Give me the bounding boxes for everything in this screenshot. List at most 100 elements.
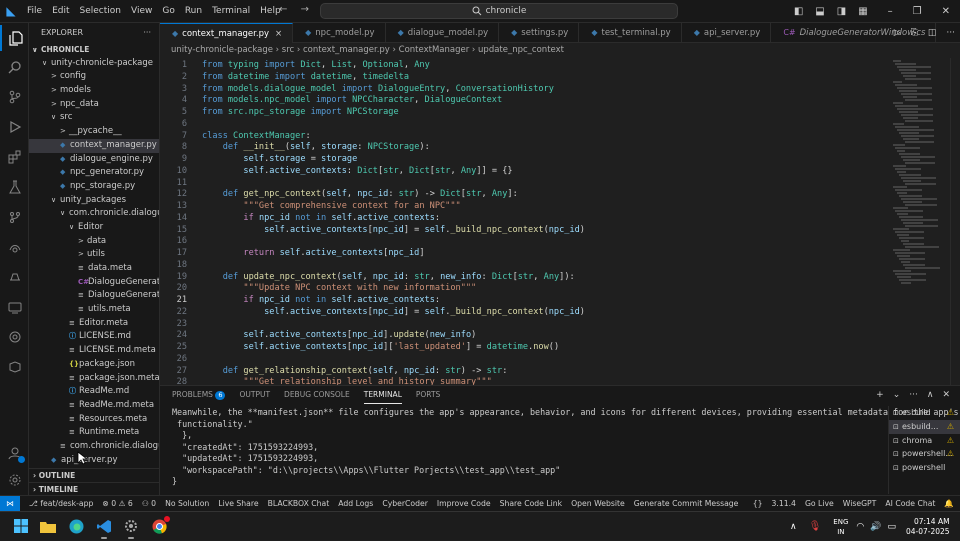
tree-item[interactable]: > utils — [29, 248, 159, 262]
menu-terminal[interactable]: Terminal — [212, 6, 250, 16]
panel-tab-ports[interactable]: PORTS — [416, 386, 440, 404]
split-editor-icon[interactable]: ◫ — [928, 28, 937, 38]
status-item[interactable]: CyberCoder — [382, 499, 428, 508]
settings-gear-icon[interactable] — [0, 467, 29, 493]
tab-test-terminal-py[interactable]: ◆ test_terminal.py — [579, 23, 682, 43]
status-item[interactable]: Open Website — [571, 499, 625, 508]
toggle-secondary-sidebar-icon[interactable]: ◨ — [837, 6, 846, 17]
terminal-instance[interactable]: ⊡ chroma ⚠ — [889, 434, 960, 448]
new-terminal-icon[interactable]: + — [876, 390, 884, 400]
flask-icon[interactable] — [0, 204, 29, 230]
tab-npc-model-py[interactable]: ◆ npc_model.py — [293, 23, 386, 43]
tree-item[interactable]: ∨ src — [29, 111, 159, 125]
tree-item[interactable]: ∨ CHRONICLE — [29, 43, 159, 57]
breadcrumb-item[interactable]: src — [282, 45, 294, 55]
tree-item[interactable]: ∨ Editor — [29, 221, 159, 235]
panel-more-icon[interactable]: ··· — [909, 390, 918, 400]
tree-item[interactable]: {}package.json — [29, 358, 159, 372]
minimap[interactable] — [893, 58, 950, 385]
menu-selection[interactable]: Selection — [80, 6, 121, 16]
toggle-panel-icon[interactable]: ⬓ — [815, 6, 824, 17]
close-panel-icon[interactable]: ✕ — [942, 390, 950, 400]
panel-tab-terminal[interactable]: TERMINAL — [363, 386, 402, 404]
close-tab-icon[interactable]: × — [275, 29, 282, 39]
extensions-icon[interactable] — [0, 144, 29, 170]
tab-api-server-py[interactable]: ◆ api_server.py — [682, 23, 772, 43]
language-indicator[interactable]: ENG IN — [833, 517, 848, 537]
tree-item[interactable]: ◆ npc_generator.py — [29, 166, 159, 180]
status-item[interactable]: Share Code Link — [500, 499, 563, 508]
restore-icon[interactable]: ❐ — [913, 6, 922, 17]
tree-item[interactable]: C#DialogueGeneratorWi... — [29, 276, 159, 290]
tree-item[interactable]: ≡ Runtime.meta — [29, 426, 159, 440]
forward-arrow-icon[interactable]: → — [301, 4, 309, 15]
menu-go[interactable]: Go — [162, 6, 174, 16]
more-actions-icon[interactable]: ··· — [143, 23, 151, 43]
menu-view[interactable]: View — [131, 6, 152, 16]
status-item[interactable]: Live Share — [218, 499, 258, 508]
remote-icon[interactable] — [0, 264, 29, 290]
status-right-item[interactable]: Go Live — [805, 499, 834, 508]
status-item[interactable]: ⚇ 0 — [142, 499, 156, 508]
breadcrumb-item[interactable]: unity-chronicle-package — [171, 45, 273, 55]
vscode-taskbar-icon[interactable] — [95, 517, 113, 539]
branch-status[interactable]: ⎇ feat/desk-app — [29, 499, 93, 508]
breadcrumb-item[interactable]: update_npc_context — [478, 45, 564, 55]
close-icon[interactable]: ✕ — [942, 6, 950, 17]
tree-item[interactable]: ≡ data.meta — [29, 262, 159, 276]
minimize-icon[interactable]: – — [888, 6, 893, 17]
tree-item[interactable]: ◆ dialogue_engine.py — [29, 153, 159, 167]
remote-indicator-icon[interactable]: ⋈ — [0, 495, 20, 512]
windows-start-icon[interactable] — [12, 517, 30, 535]
tree-item[interactable]: ≡ LICENSE.md.meta — [29, 344, 159, 358]
battery-icon[interactable]: ▭ — [887, 522, 896, 532]
docker-icon[interactable] — [0, 294, 29, 320]
tree-item[interactable]: ◆ npc_storage.py — [29, 180, 159, 194]
status-item[interactable]: Generate Commit Message — [634, 499, 739, 508]
status-item[interactable]: BLACKBOX Chat — [268, 499, 330, 508]
notifications-bell-icon[interactable]: 🔔 — [944, 499, 954, 508]
status-right-item[interactable]: WiseGPT — [843, 499, 877, 508]
tree-item[interactable]: ≡ package.json.meta — [29, 372, 159, 386]
tree-item[interactable]: ⓘ LICENSE.md — [29, 330, 159, 344]
toggle-primary-sidebar-icon[interactable]: ◧ — [794, 6, 803, 17]
tree-item[interactable]: ≡ Resources.meta — [29, 413, 159, 427]
timeline-section[interactable]: › TIMELINE — [29, 482, 159, 495]
tree-item[interactable]: > models — [29, 84, 159, 98]
back-arrow-icon[interactable]: ← — [279, 4, 287, 15]
tree-item[interactable]: ≡ utils.meta — [29, 303, 159, 317]
search-icon[interactable] — [0, 54, 29, 80]
status-right-item[interactable]: 3.11.4 — [772, 499, 796, 508]
menu-run[interactable]: Run — [185, 6, 202, 16]
code-editor[interactable]: 1 from typing import Dict, List, Optional… — [160, 58, 960, 385]
tab-context-manager-py[interactable]: ◆ context_manager.py × — [160, 23, 294, 43]
run-debug-icon[interactable] — [0, 114, 29, 140]
terminal-instance[interactable]: ⊡ esbuild ⚠ — [889, 406, 960, 420]
panel-tab-output[interactable]: OUTPUT — [239, 386, 270, 404]
open-changes-icon[interactable]: ⎘ — [911, 28, 918, 38]
tree-item[interactable]: ≡ ReadMe.md.meta — [29, 399, 159, 413]
account-icon[interactable] — [0, 440, 29, 466]
tab-dialogue-model-py[interactable]: ◆ dialogue_model.py — [386, 23, 500, 43]
breadcrumb-item[interactable]: ContextManager — [399, 45, 470, 55]
volume-icon[interactable]: 🔊 — [870, 522, 881, 532]
terminal-dropdown-icon[interactable]: ⌄ — [893, 390, 901, 400]
tab-settings-py[interactable]: ◆ settings.py — [499, 23, 580, 43]
terminal-output[interactable]: Meanwhile, the **manifest.json** file co… — [172, 407, 959, 495]
tree-item[interactable]: ≡ com.chronicle.dialogueG... — [29, 440, 159, 454]
chat-icon[interactable] — [0, 324, 29, 350]
terminal-instance[interactable]: ⊡ powershell... ⚠ — [889, 447, 960, 461]
blackbox-icon[interactable] — [0, 354, 29, 380]
tree-item[interactable]: ⓘ ReadMe.md — [29, 385, 159, 399]
outline-section[interactable]: › OUTLINE — [29, 468, 159, 482]
menu-help[interactable]: Help — [260, 6, 281, 16]
status-item[interactable]: Add Logs — [338, 499, 373, 508]
clock[interactable]: 07:14 AM 04-07-2025 — [906, 517, 950, 537]
tree-item[interactable]: > npc_data — [29, 98, 159, 112]
editor-scrollbar[interactable] — [950, 58, 960, 385]
status-item[interactable]: No Solution — [165, 499, 209, 508]
tree-item[interactable]: > data — [29, 235, 159, 249]
tree-item[interactable]: > __pycache__ — [29, 125, 159, 139]
source-control-icon[interactable] — [0, 84, 29, 110]
terminal-instance[interactable]: ⊡ esbuild... ⚠ — [889, 419, 960, 434]
